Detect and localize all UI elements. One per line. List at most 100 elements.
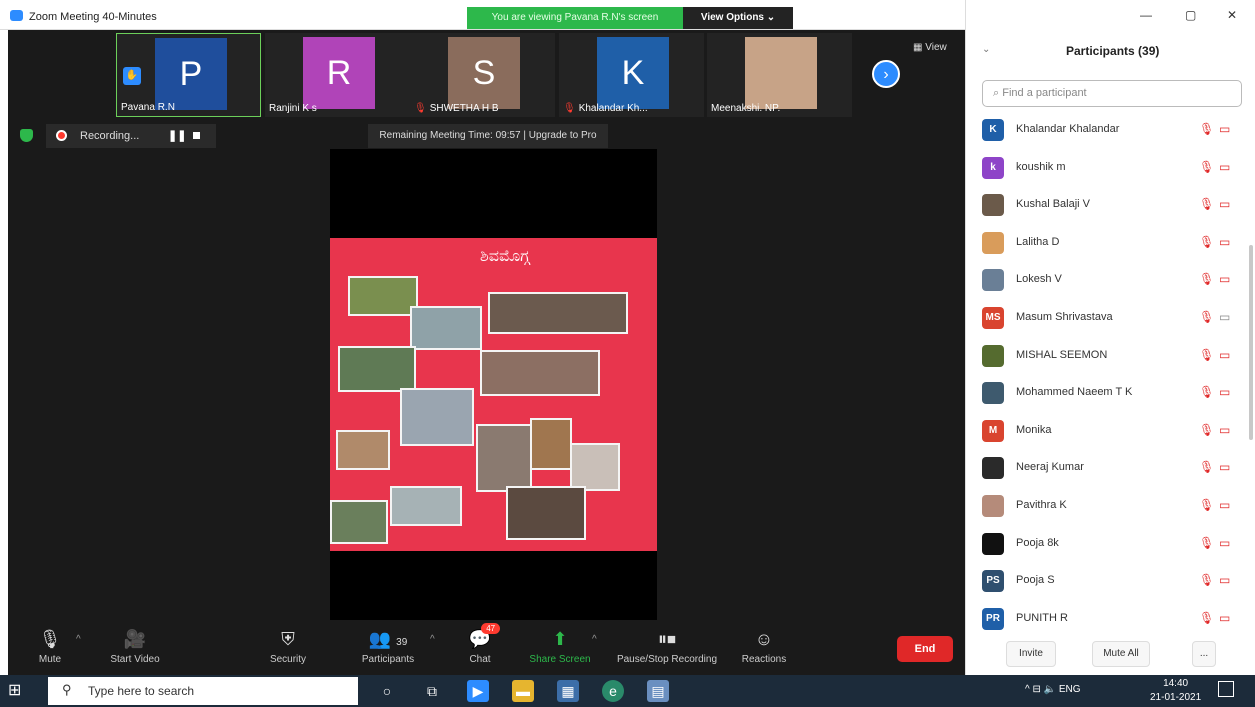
video-off-icon: ▭ bbox=[1219, 272, 1231, 287]
participants-panel: — ▢ ✕ ⌄ Participants (39) ⌕ Find a parti… bbox=[965, 0, 1255, 675]
notification-icon[interactable] bbox=[1218, 681, 1234, 697]
taskbar-search-input[interactable]: ⚲ Type here to search bbox=[48, 677, 358, 705]
thumbnail-name: 🎙 SHWETHA H B bbox=[414, 103, 499, 114]
shared-screen: ಶಿವಮೊಗ್ಗ bbox=[330, 149, 657, 655]
video-off-icon: ▭ bbox=[1219, 610, 1231, 625]
video-off-icon: ▭ bbox=[1219, 497, 1231, 512]
video-off-icon: ▭ bbox=[1219, 234, 1231, 249]
participant-name: koushik m bbox=[1016, 160, 1066, 173]
participant-search-input[interactable]: ⌕ Find a participant bbox=[982, 80, 1242, 107]
collapse-panel-icon[interactable]: ⌄ bbox=[982, 44, 990, 55]
remaining-time-banner[interactable]: Remaining Meeting Time: 09:57 | Upgrade … bbox=[368, 124, 608, 148]
participants-button[interactable]: 👥 39 Participants bbox=[353, 620, 423, 675]
file-explorer-icon[interactable]: ▬ bbox=[512, 680, 534, 702]
poster-photo bbox=[488, 292, 628, 334]
task-view-icon[interactable]: ⧉ bbox=[421, 680, 443, 702]
audio-options-caret[interactable]: ^ bbox=[76, 634, 81, 645]
chat-label: Chat bbox=[469, 654, 491, 665]
participants-caret[interactable]: ^ bbox=[430, 634, 435, 645]
reactions-button[interactable]: ☺ Reactions bbox=[736, 620, 792, 675]
cortana-icon[interactable]: ○ bbox=[376, 680, 398, 702]
participants-title: Participants (39) bbox=[1066, 44, 1160, 58]
muted-mic-icon: 🎙 bbox=[563, 103, 576, 114]
maximize-icon[interactable]: ▢ bbox=[1185, 8, 1196, 22]
participant-row[interactable]: PS Pooja S 🎙 ▭ bbox=[966, 564, 1246, 602]
video-off-icon: ▭ bbox=[1219, 573, 1231, 588]
participant-row[interactable]: Kushal Balaji V 🎙 ▭ bbox=[966, 188, 1246, 226]
participant-name: PUNITH R bbox=[1016, 611, 1068, 624]
participant-row[interactable]: Pavithra K 🎙 ▭ bbox=[966, 489, 1246, 527]
thumbnail-avatar: S bbox=[448, 37, 520, 109]
participant-list-scrollbar[interactable] bbox=[1249, 245, 1253, 440]
close-icon[interactable]: ✕ bbox=[1227, 8, 1237, 22]
participant-name: Pooja 8k bbox=[1016, 536, 1059, 549]
volume-icon[interactable]: 🔈 bbox=[1044, 684, 1056, 695]
muted-mic-icon: 🎙 bbox=[1199, 197, 1215, 212]
app-icon[interactable]: ▤ bbox=[647, 680, 669, 702]
security-button[interactable]: ⛨ Security bbox=[263, 620, 313, 675]
participant-row[interactable]: Lalitha D 🎙 ▭ bbox=[966, 226, 1246, 264]
participant-row[interactable]: Mohammed Naeem T K 🎙 ▭ bbox=[966, 376, 1246, 414]
pause-stop-recording-button[interactable]: ⏸⏹ Pause/Stop Recording bbox=[611, 620, 723, 675]
view-button[interactable]: ▦ View bbox=[913, 42, 947, 53]
muted-mic-icon: 🎙 bbox=[1199, 610, 1215, 625]
chat-button[interactable]: 💬 47 Chat bbox=[460, 620, 501, 675]
more-options-button[interactable]: ... bbox=[1192, 641, 1216, 667]
muted-mic-icon: 🎙 bbox=[1199, 460, 1215, 475]
thumbnail-name-text: Meenakshi. NP. bbox=[711, 103, 781, 114]
participant-avatar bbox=[982, 194, 1004, 217]
participant-name: Kushal Balaji V bbox=[1016, 198, 1090, 211]
participant-row[interactable]: Neeraj Kumar 🎙 ▭ bbox=[966, 451, 1246, 489]
minimize-icon[interactable]: — bbox=[1140, 8, 1152, 22]
participant-thumbnail[interactable]: R Ranjini K s bbox=[265, 33, 410, 117]
next-page-button[interactable]: › bbox=[872, 60, 900, 88]
video-off-icon: ▭ bbox=[1219, 347, 1231, 362]
zoom-taskbar-icon[interactable]: ▶ bbox=[467, 680, 489, 702]
poster-photo bbox=[400, 388, 474, 446]
share-screen-caret[interactable]: ^ bbox=[592, 634, 597, 645]
invite-button[interactable]: Invite bbox=[1006, 641, 1056, 667]
participant-row[interactable]: MISHAL SEEMON 🎙 ▭ bbox=[966, 339, 1246, 377]
poster-photo bbox=[410, 306, 482, 350]
participant-row[interactable]: MS Masum Shrivastava 🎙 ▭ bbox=[966, 301, 1246, 339]
participant-thumbnail[interactable]: K 🎙 Khalandar Kh... bbox=[559, 33, 704, 117]
taskbar-clock[interactable]: 14:40 21-01-2021 bbox=[1150, 677, 1201, 705]
edge-icon[interactable]: e bbox=[602, 680, 624, 702]
participant-row[interactable]: k koushik m 🎙 ▭ bbox=[966, 151, 1246, 189]
poster-photo bbox=[348, 276, 418, 316]
thumbnail-avatar: P bbox=[155, 38, 227, 110]
zoom-app-icon bbox=[10, 10, 23, 21]
end-meeting-button[interactable]: End bbox=[897, 636, 953, 662]
participant-thumbnail[interactable]: Meenakshi. NP. bbox=[707, 33, 852, 117]
windows-start-icon[interactable]: ⊞ bbox=[8, 681, 28, 701]
participant-row[interactable]: Pooja 8k 🎙 ▭ bbox=[966, 527, 1246, 565]
stop-recording-icon[interactable] bbox=[193, 132, 200, 139]
recording-indicator: Recording... ❚❚ bbox=[46, 124, 216, 148]
video-off-icon: ▭ bbox=[1219, 535, 1231, 550]
participant-thumbnail[interactable]: S 🎙 SHWETHA H B bbox=[410, 33, 555, 117]
participant-row[interactable]: M Monika 🎙 ▭ bbox=[966, 414, 1246, 452]
muted-mic-icon: 🎙 bbox=[1199, 573, 1215, 588]
share-screen-button[interactable]: ⬆ Share Screen bbox=[525, 620, 595, 675]
participant-avatar: PR bbox=[982, 607, 1004, 630]
participant-row[interactable]: Lokesh V 🎙 ▭ bbox=[966, 263, 1246, 301]
participant-avatar bbox=[982, 269, 1004, 292]
poster-photo bbox=[476, 424, 532, 492]
store-icon[interactable]: ▦ bbox=[557, 680, 579, 702]
system-tray: ^ ⊟ 🔈 ENG bbox=[1025, 684, 1081, 695]
language-indicator[interactable]: ENG bbox=[1059, 684, 1081, 695]
view-options-button[interactable]: View Options ⌄ bbox=[683, 7, 793, 29]
participant-row[interactable]: K Khalandar Khalandar 🎙 ▭ bbox=[966, 113, 1246, 151]
start-video-button[interactable]: 🎥 Start Video bbox=[100, 620, 170, 675]
network-icon[interactable]: ⊟ bbox=[1032, 684, 1040, 695]
mute-all-button[interactable]: Mute All bbox=[1092, 641, 1150, 667]
recording-label: Recording... bbox=[80, 130, 140, 142]
pause-recording-icon[interactable]: ❚❚ bbox=[168, 129, 186, 142]
video-off-icon: ▭ bbox=[1219, 197, 1231, 212]
mute-button[interactable]: 🎙 Mute bbox=[30, 620, 70, 675]
participant-list: K Khalandar Khalandar 🎙 ▭ k koushik m 🎙 ▭ Kushal… bbox=[966, 113, 1246, 639]
participant-avatar: k bbox=[982, 156, 1004, 179]
meeting-toolbar: 🎙 Mute ^ 🎥 Start Video ⛨ Security 👥 39 P… bbox=[8, 620, 965, 675]
participant-row[interactable]: PR PUNITH R 🎙 ▭ bbox=[966, 602, 1246, 640]
show-hidden-icons-icon[interactable]: ^ bbox=[1025, 684, 1030, 695]
